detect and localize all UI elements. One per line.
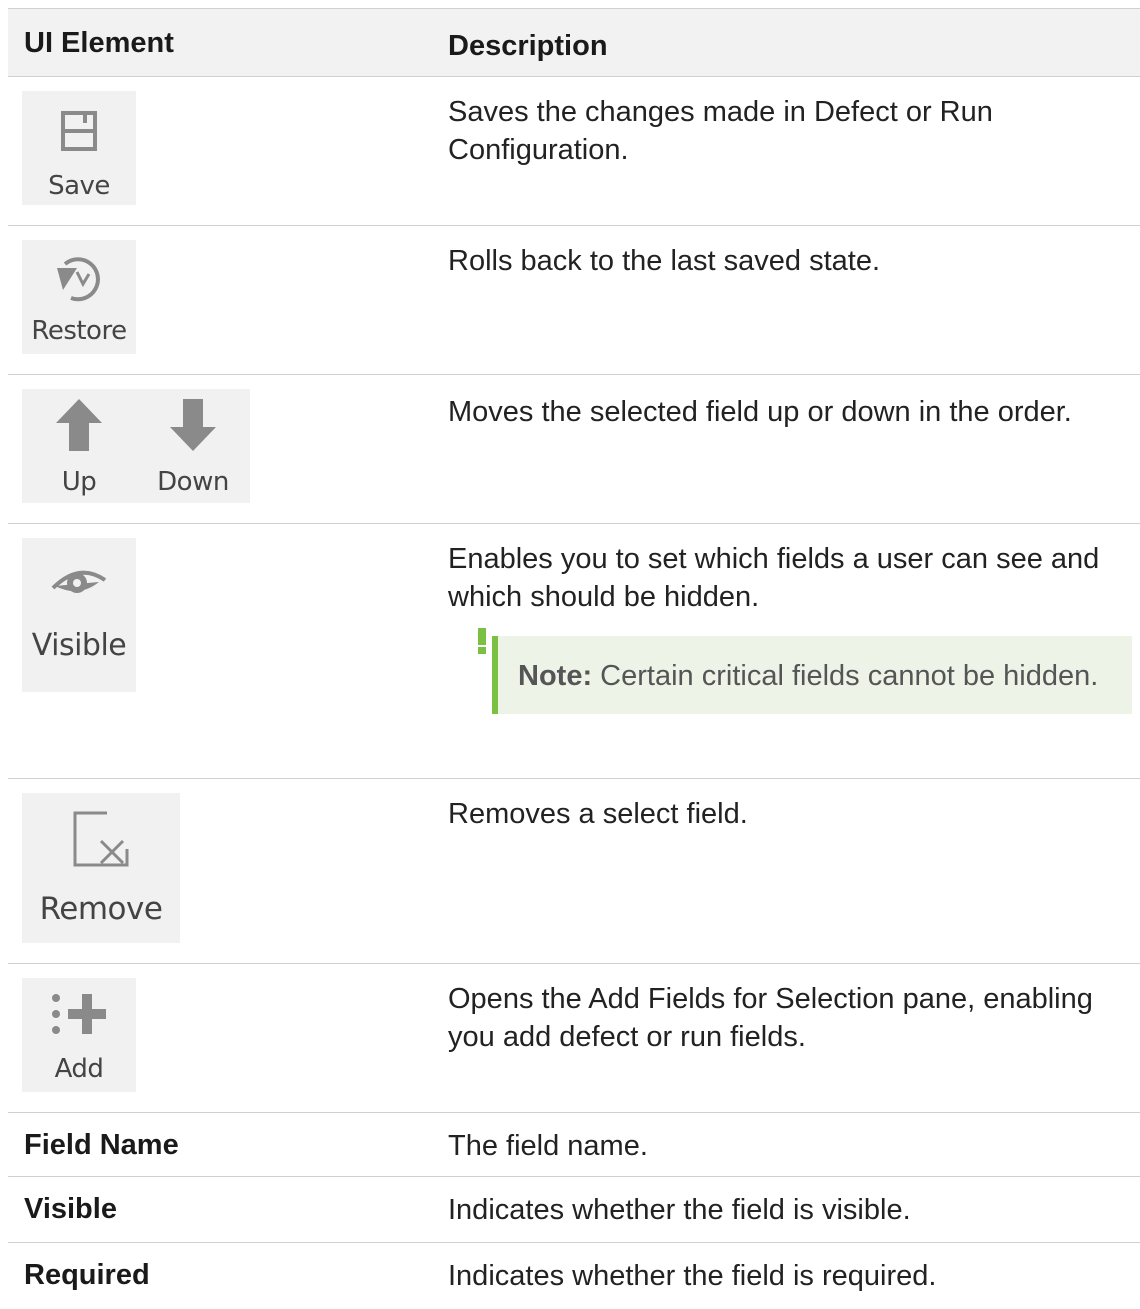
table-row: Required Indicates whether the field is … xyxy=(8,1243,1140,1309)
row-description: Saves the changes made in Defect or Run … xyxy=(448,96,993,166)
remove-button[interactable]: Remove xyxy=(22,793,180,943)
up-label: Up xyxy=(61,467,97,497)
visible-button[interactable]: Visible xyxy=(22,538,136,692)
row-description: Enables you to set which fields a user c… xyxy=(448,543,1100,613)
add-toolbar-button-image: Add xyxy=(22,978,136,1092)
visible-field-label: Visible xyxy=(24,1193,117,1225)
save-label: Save xyxy=(48,171,110,201)
arrow-up-icon xyxy=(56,399,102,451)
required-field-label: Required xyxy=(24,1259,150,1291)
restore-button[interactable]: Restore xyxy=(22,240,136,354)
save-toolbar-button-image: Save xyxy=(22,91,136,205)
table-row: Visible Indicates whether the field is v… xyxy=(8,1177,1140,1243)
table-row: Add Opens the Add Fields for Selection p… xyxy=(8,964,1140,1113)
restore-toolbar-button-image: Restore xyxy=(22,240,136,354)
header-description: Description xyxy=(448,30,608,62)
header-ui-element: UI Element xyxy=(24,27,174,59)
note-prefix: Note: xyxy=(518,660,593,692)
add-icon xyxy=(52,994,106,1034)
note-text: Certain critical fields cannot be hidden… xyxy=(600,660,1099,692)
table-row: Field Name The field name. xyxy=(8,1113,1140,1177)
add-button[interactable]: Add xyxy=(22,978,136,1092)
row-description: Opens the Add Fields for Selection pane,… xyxy=(448,983,1093,1053)
down-button[interactable]: Down xyxy=(136,389,250,503)
table-row: Up Down Moves the selected field up or d… xyxy=(8,375,1140,524)
field-name-label: Field Name xyxy=(24,1129,179,1161)
table-row: Visible Enables you to set which fields … xyxy=(8,524,1140,779)
eye-icon xyxy=(51,570,107,593)
ui-elements-table: UI Element Description Save Saves the ch… xyxy=(8,8,1140,1309)
save-button[interactable]: Save xyxy=(22,91,136,205)
restore-label: Restore xyxy=(31,316,127,346)
table-header: UI Element Description xyxy=(8,8,1140,77)
row-description: Rolls back to the last saved state. xyxy=(448,245,880,277)
up-down-toolbar-buttons-image: Up Down xyxy=(22,389,250,503)
row-description: Moves the selected field up or down in t… xyxy=(448,396,1072,428)
remove-label: Remove xyxy=(39,891,163,927)
row-description: The field name. xyxy=(448,1130,648,1162)
note-callout: Note: Certain critical fields cannot be … xyxy=(478,628,1132,714)
restore-icon xyxy=(57,257,100,302)
row-description: Indicates whether the field is visible. xyxy=(448,1194,911,1226)
arrow-down-icon xyxy=(170,399,216,451)
table-row: Remove Removes a select field. xyxy=(8,779,1140,964)
save-icon xyxy=(61,111,97,151)
add-label: Add xyxy=(54,1054,104,1084)
remove-icon xyxy=(73,811,129,867)
row-description: Removes a select field. xyxy=(448,798,748,830)
table-row: Save Saves the changes made in Defect or… xyxy=(8,77,1140,226)
down-label: Down xyxy=(157,467,229,497)
visible-toolbar-button-image: Visible xyxy=(22,538,136,692)
visible-label: Visible xyxy=(31,628,127,663)
up-button[interactable]: Up xyxy=(22,389,136,503)
row-description: Indicates whether the field is required. xyxy=(448,1260,937,1292)
note-exclamation-icon xyxy=(478,628,486,654)
remove-toolbar-button-image: Remove xyxy=(22,793,180,943)
table-row: Restore Rolls back to the last saved sta… xyxy=(8,226,1140,375)
